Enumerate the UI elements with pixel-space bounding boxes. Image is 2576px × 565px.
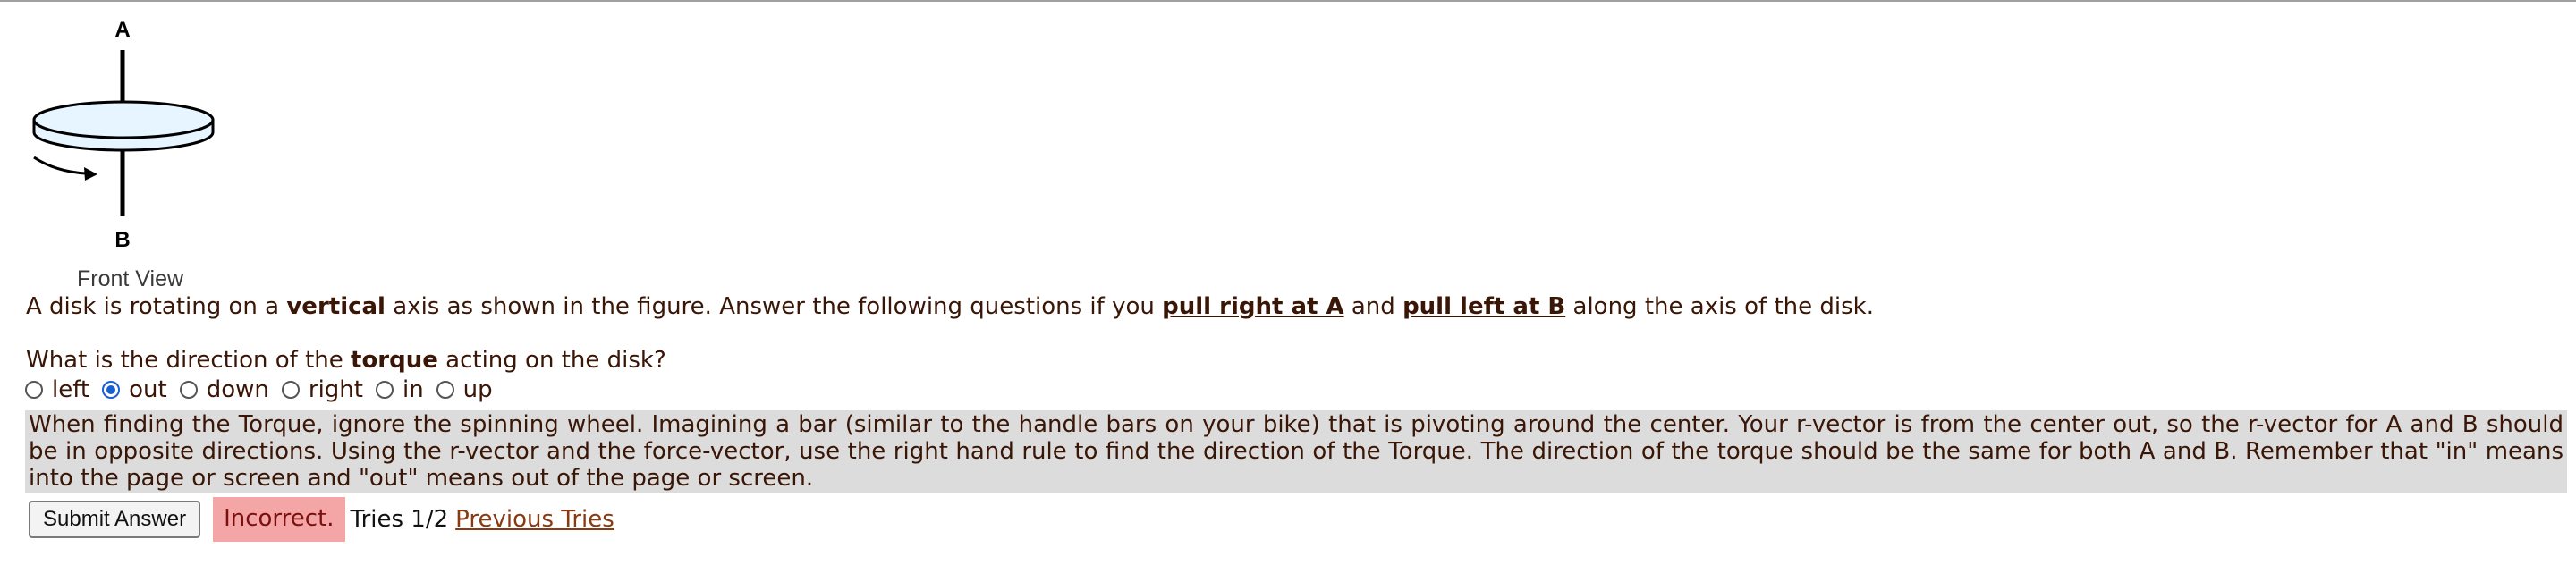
- rotation-arrow: [33, 156, 87, 175]
- pull-left-at-b-link[interactable]: pull left at B: [1402, 293, 1565, 320]
- radio-in[interactable]: [375, 381, 394, 399]
- hint-box: When finding the Torque, ignore the spin…: [25, 410, 2567, 493]
- incorrect-badge: Incorrect.: [213, 497, 345, 542]
- statement-text-2: axis as shown in the figure. Answer the …: [385, 293, 1163, 320]
- option-label-left: left: [52, 376, 90, 403]
- option-down[interactable]: down: [179, 376, 269, 403]
- submit-answer-button[interactable]: Submit Answer: [29, 501, 201, 538]
- statement-bold-vertical: vertical: [286, 293, 386, 320]
- radio-up[interactable]: [436, 381, 454, 399]
- pull-right-at-a-link[interactable]: pull right at A: [1162, 293, 1343, 320]
- rotation-arrowhead: [84, 167, 97, 181]
- problem-statement: A disk is rotating on a vertical axis as…: [26, 293, 1874, 320]
- question-bold-torque: torque: [351, 347, 438, 374]
- option-label-out: out: [129, 376, 167, 403]
- option-right[interactable]: right: [281, 376, 363, 403]
- radio-right[interactable]: [281, 381, 300, 399]
- option-label-right: right: [308, 376, 363, 403]
- question-text-2: acting on the disk?: [437, 347, 666, 374]
- option-in[interactable]: in: [375, 376, 424, 403]
- previous-tries-link[interactable]: Previous Tries: [455, 506, 614, 533]
- option-up[interactable]: up: [436, 376, 493, 403]
- label-a: A: [114, 18, 130, 42]
- option-label-in: in: [402, 376, 424, 403]
- question-text-1: What is the direction of the: [26, 347, 352, 374]
- question-text: What is the direction of the torque acti…: [26, 347, 666, 374]
- option-label-up: up: [462, 376, 493, 403]
- statement-text-4: along the axis of the disk.: [1565, 293, 1874, 320]
- option-left[interactable]: left: [25, 376, 89, 403]
- statement-text-1: A disk is rotating on a: [26, 293, 287, 320]
- disk-figure: A B: [32, 18, 215, 252]
- disk-top: [32, 100, 215, 139]
- statement-text-3: and: [1343, 293, 1403, 320]
- radio-down[interactable]: [179, 381, 198, 399]
- option-label-down: down: [206, 376, 269, 403]
- radio-left[interactable]: [25, 381, 43, 399]
- label-b: B: [114, 228, 130, 252]
- tries-count: Tries 1/2: [350, 506, 449, 533]
- figure-caption: Front View: [77, 266, 184, 291]
- answer-actions: Submit Answer Incorrect. Tries 1/2 Previ…: [29, 497, 614, 542]
- radio-out[interactable]: [102, 381, 121, 399]
- option-out[interactable]: out: [102, 376, 167, 403]
- top-divider: [0, 0, 2576, 2]
- answer-options: left out down right in up: [25, 376, 505, 403]
